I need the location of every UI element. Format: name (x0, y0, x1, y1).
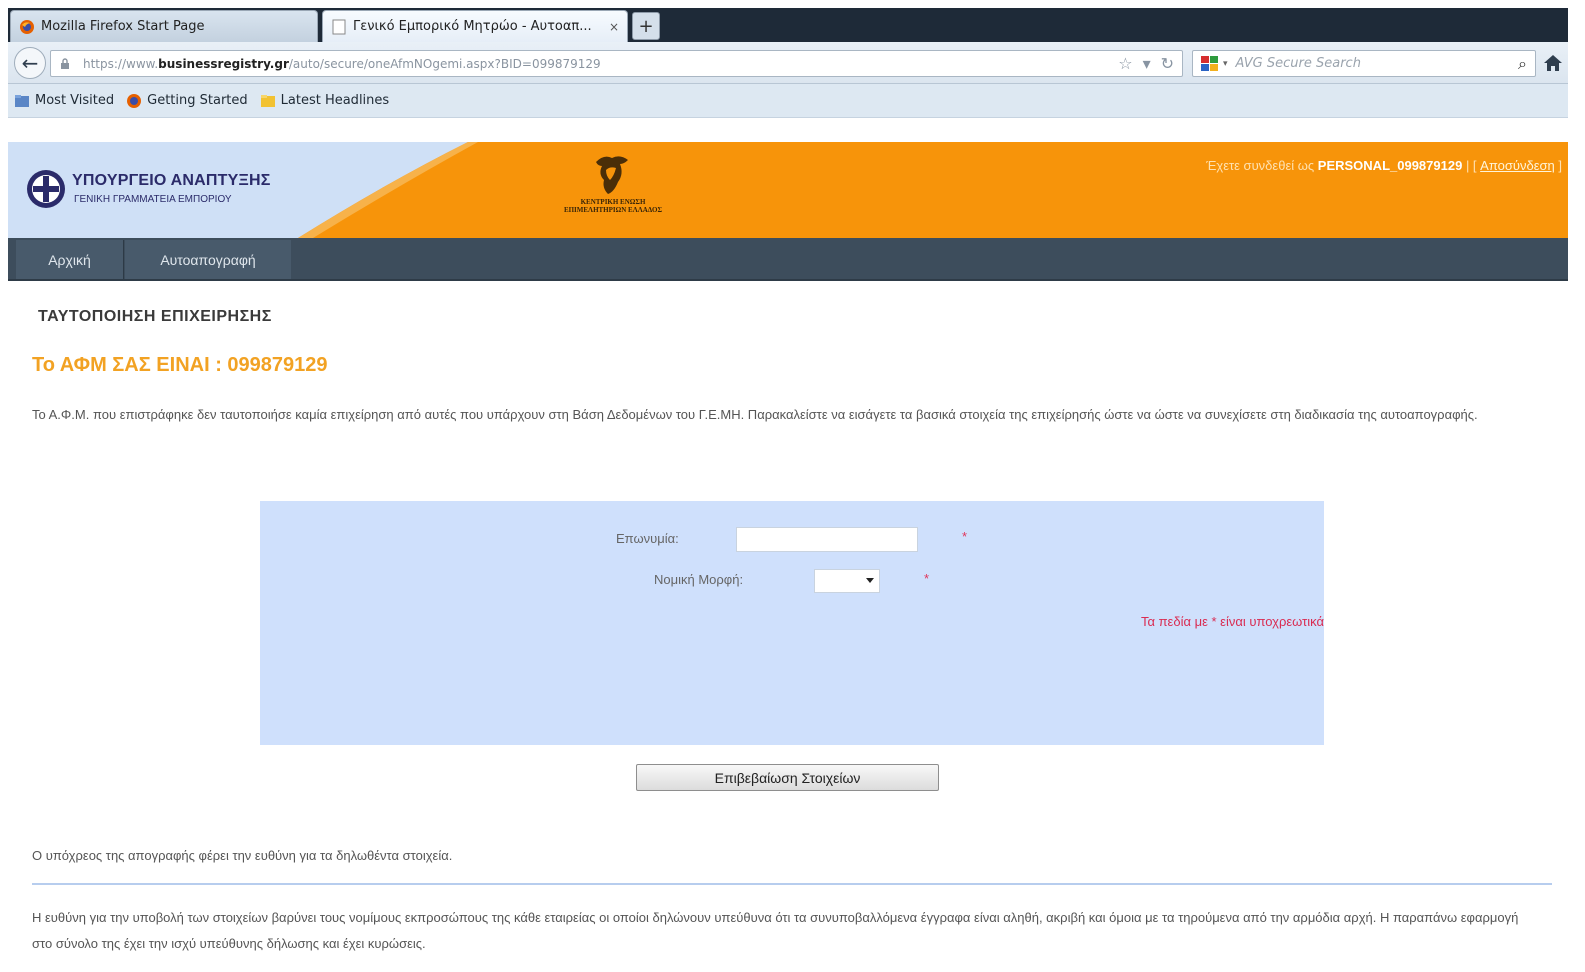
ministry-name: ΥΠΟΥΡΓΕΙΟ ΑΝΑΠΤΥΞΗΣ (72, 172, 271, 189)
legal-form-select[interactable] (814, 569, 880, 593)
tab-business-registry[interactable]: Γενικό Εμπορικό Μητρώο - Αυτοαπ... × (322, 10, 628, 42)
site-navigation: Αρχική Αυτοαπογραφή (8, 238, 1568, 281)
url-bar[interactable]: https://www. businessregistry.gr/auto/sec… (50, 50, 1183, 77)
bookmark-getting-started[interactable]: Getting Started (126, 93, 248, 109)
firefox-icon (20, 19, 34, 34)
login-separator: | [ (1465, 158, 1481, 173)
tax-id-heading: Το ΑΦΜ ΣΑΣ ΕΙΝΑΙ : 099879129 (32, 354, 328, 376)
bookmarks-toolbar: Most Visited Getting Started Latest Head… (8, 84, 1568, 118)
avg-logo-icon (1201, 55, 1218, 71)
browser-navigation-bar: ← https://www. businessregistry.gr/auto/s… (8, 42, 1568, 84)
back-button[interactable]: ← (14, 47, 46, 79)
dropdown-arrow-icon[interactable]: ▾ (1143, 54, 1151, 73)
hermes-head-logo (596, 156, 628, 194)
required-marker: * (924, 571, 930, 586)
site-header: ΥΠΟΥΡΓΕΙΟ ΑΝΑΠΤΥΞΗΣ ΓΕΝΙΚΗ ΓΡΑΜΜΑΤΕΙΑ ΕΜ… (8, 142, 1568, 238)
url-prefix: https://www. (83, 56, 159, 71)
chamber-name: ΚΕΝΤΡΙΚΗ ΕΝΩΣΗ ΕΠΙΜΕΛΗΤΗΡΙΩΝ ΕΛΛΑΔΟΣ (563, 198, 663, 214)
reload-icon[interactable]: ↻ (1161, 54, 1174, 73)
tab-title: Mozilla Firefox Start Page (41, 19, 205, 34)
page-title: ΤΑΥΤΟΠΟΙΗΣΗ ΕΠΙΧΕΙΡΗΣΗΣ (38, 308, 272, 325)
tab-firefox-start-page[interactable]: Mozilla Firefox Start Page (10, 10, 318, 42)
login-username: PERSONAL_099879129 (1317, 158, 1463, 173)
rss-feed-icon (260, 94, 275, 107)
required-marker: * (962, 529, 968, 544)
responsibility-note: Ο υπόχρεος της απογραφής φέρει την ευθύν… (32, 848, 453, 863)
business-name-label: Επωνυμία: (616, 531, 679, 546)
search-icon[interactable]: ⌕ (1518, 54, 1527, 74)
lock-icon (61, 57, 69, 69)
url-domain: businessregistry.gr (158, 56, 289, 71)
required-fields-note: Τα πεδία με * είναι υποχρεωτικά (1140, 614, 1324, 629)
home-icon[interactable] (1542, 52, 1564, 74)
intro-paragraph: Το Α.Φ.Μ. που επιστράφηκε δεν ταυτοποιήσ… (32, 407, 1478, 422)
bookmark-most-visited[interactable]: Most Visited (14, 93, 114, 109)
close-tab-icon[interactable]: × (609, 20, 619, 34)
login-info: Έχετε συνδεθεί ως PERSONAL_099879129 | [… (1206, 158, 1562, 173)
login-separator-end: ] (1554, 158, 1562, 173)
url-path: /auto/secure/oneAfmNOgemi.aspx?BID=09987… (288, 56, 601, 71)
login-prefix: Έχετε συνδεθεί ως (1206, 158, 1315, 173)
business-name-input[interactable] (736, 527, 918, 552)
ministry-subtitle: ΓΕΝΙΚΗ ΓΡΑΜΜΑΤΕΙΑ ΕΜΠΟΡΙΟΥ (74, 194, 232, 205)
browser-tab-strip: Mozilla Firefox Start Page Γενικό Εμπορι… (8, 8, 1568, 42)
search-bar[interactable]: ▾ AVG Secure Search ⌕ (1192, 50, 1536, 77)
confirm-details-button[interactable]: Επιβεβαίωση Στοιχείων (636, 764, 939, 791)
nav-item-self-registration[interactable]: Αυτοαπογραφή (125, 240, 291, 279)
chevron-down-icon (866, 578, 874, 583)
search-placeholder: AVG Secure Search (1235, 56, 1361, 71)
tab-title: Γενικό Εμπορικό Μητρώο - Αυτοαπ... (353, 19, 592, 34)
greek-emblem-logo (27, 170, 65, 208)
legal-form-label: Νομική Μορφή: (654, 572, 744, 587)
bookmark-star-icon[interactable]: ☆ (1118, 54, 1132, 73)
bookmark-label: Getting Started (147, 93, 248, 108)
bookmark-label: Most Visited (35, 93, 115, 108)
bookmarks-folder-icon (15, 94, 29, 107)
search-engine-dropdown-icon[interactable]: ▾ (1223, 59, 1228, 69)
header-blue-swoosh (8, 142, 478, 238)
back-arrow-icon: ← (21, 51, 39, 75)
legal-disclaimer: Η ευθύνη για την υποβολή των στοιχείων β… (32, 910, 1519, 951)
logout-link[interactable]: Αποσύνδεση (1480, 158, 1555, 173)
business-info-form: Επωνυμία: * Νομική Μορφή: * Τα πεδία με … (260, 501, 1324, 745)
new-tab-button[interactable]: + (632, 12, 660, 40)
bookmark-label: Latest Headlines (280, 93, 390, 108)
blank-page-icon (332, 19, 346, 34)
nav-item-home[interactable]: Αρχική (16, 240, 124, 279)
divider (32, 883, 1552, 885)
bookmark-latest-headlines[interactable]: Latest Headlines (260, 93, 390, 109)
firefox-icon (127, 93, 142, 108)
